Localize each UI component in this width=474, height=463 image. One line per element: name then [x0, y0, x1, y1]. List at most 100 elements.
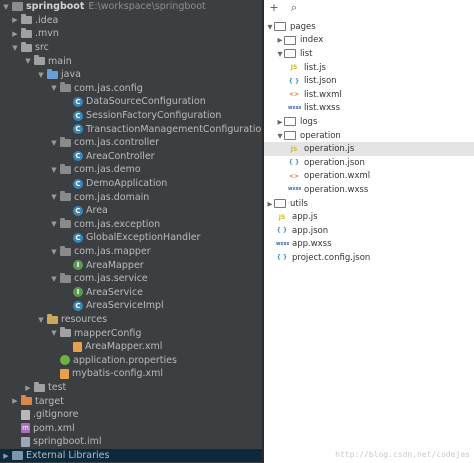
tree-row-pkg-domain[interactable]: ▼ com.jas.domain [0, 190, 262, 204]
tree-row-mvn[interactable]: ▶ .mvn [0, 27, 262, 41]
tree-row-springboot-iml[interactable]: springboot.iml [0, 435, 262, 449]
file-label: AreaMapper.xml [85, 341, 163, 353]
chevron-right-icon[interactable]: ▶ [266, 200, 274, 208]
chevron-down-icon[interactable]: ▼ [50, 139, 58, 147]
chevron-down-icon[interactable]: ▼ [50, 329, 58, 337]
tree-row-idea[interactable]: ▶ .idea [0, 14, 262, 28]
tree-row-application-properties[interactable]: application.properties [0, 354, 262, 368]
chevron-right-icon[interactable]: ▶ [11, 16, 19, 24]
wxss-file-icon: wxss [288, 187, 302, 193]
tree-row-pkg-controller[interactable]: ▼ com.jas.controller [0, 136, 262, 150]
chevron-right-icon[interactable]: ▶ [2, 452, 10, 460]
interface-icon [73, 260, 83, 271]
tree-row-transaction[interactable]: TransactionManagementConfiguration [0, 122, 262, 136]
tree-row-mybatis-config[interactable]: mybatis-config.xml [0, 367, 262, 381]
tree-row-operation-wxml[interactable]: <> operation.wxml [264, 170, 474, 184]
chevron-down-icon[interactable]: ▼ [50, 275, 58, 283]
tree-row-datasource[interactable]: DataSourceConfiguration [0, 95, 262, 109]
tree-row-demoapplication[interactable]: DemoApplication [0, 177, 262, 191]
tree-row-src[interactable]: ▼ src [0, 41, 262, 55]
tree-row-areamapper[interactable]: AreaMapper [0, 258, 262, 272]
chevron-down-icon[interactable]: ▼ [50, 193, 58, 201]
tree-row-areaserviceimpl[interactable]: AreaServiceImpl [0, 299, 262, 313]
tree-row-area[interactable]: Area [0, 204, 262, 218]
file-label: app.json [292, 225, 329, 236]
tree-row-pages[interactable]: ▼ pages [264, 20, 474, 34]
chevron-down-icon[interactable]: ▼ [50, 166, 58, 174]
tree-row-list-wxss[interactable]: wxss list.wxss [264, 102, 474, 116]
folder-label: pages [290, 21, 316, 32]
file-label: springboot.iml [33, 436, 102, 448]
tree-row-main[interactable]: ▼ main [0, 54, 262, 68]
tree-row-pomxml[interactable]: pom.xml [0, 422, 262, 436]
tree-row-pkg-exception[interactable]: ▼ com.jas.exception [0, 218, 262, 232]
tree-row-operation-js[interactable]: JS operation.js [264, 142, 474, 156]
tree-row-pkg-config[interactable]: ▼ com.jas.config [0, 82, 262, 96]
chevron-down-icon[interactable]: ▼ [276, 50, 284, 58]
tree-row-operation-json[interactable]: { } operation.json [264, 156, 474, 170]
chevron-down-icon[interactable]: ▼ [11, 44, 19, 52]
module-file-icon [21, 436, 30, 447]
folder-icon [274, 199, 286, 209]
chevron-down-icon[interactable]: ▼ [24, 57, 32, 65]
tree-row-sessionfactory[interactable]: SessionFactoryConfiguration [0, 109, 262, 123]
chevron-right-icon[interactable]: ▶ [11, 30, 19, 38]
chevron-down-icon[interactable]: ▼ [37, 71, 45, 79]
chevron-down-icon[interactable]: ▼ [50, 220, 58, 228]
tree-row-index[interactable]: ▶ index [264, 34, 474, 48]
tree-row-areamapper-xml[interactable]: AreaMapper.xml [0, 340, 262, 354]
tree-row-pkg-service[interactable]: ▼ com.jas.service [0, 272, 262, 286]
excluded-folder-icon [21, 395, 32, 406]
tree-row-logs[interactable]: ▶ logs [264, 115, 474, 129]
tree-row-list-json[interactable]: { } list.json [264, 74, 474, 88]
tree-row-springboot[interactable]: ▼ springboot E:\workspace\springboot [0, 0, 262, 14]
search-icon[interactable]: ⌕ [284, 1, 304, 15]
tree-row-list-wxml[interactable]: <> list.wxml [264, 88, 474, 102]
file-label: .gitignore [33, 409, 79, 421]
folder-label: .idea [35, 14, 59, 26]
tree-row-app-json[interactable]: { } app.json [264, 224, 474, 238]
chevron-down-icon[interactable]: ▼ [266, 23, 274, 31]
tree-row-areaservice[interactable]: AreaService [0, 286, 262, 300]
chevron-right-icon[interactable]: ▶ [276, 36, 284, 44]
tree-row-java[interactable]: ▼ java [0, 68, 262, 82]
file-label: operation.wxss [304, 184, 369, 195]
tree-row-app-js[interactable]: JS app.js [264, 210, 474, 224]
folder-label: target [35, 395, 64, 407]
file-label: app.wxss [292, 239, 332, 250]
tree-row-utils[interactable]: ▶ utils [264, 197, 474, 211]
tree-row-target[interactable]: ▶ target [0, 394, 262, 408]
project-path: E:\workspace\springboot [88, 1, 206, 13]
add-icon[interactable]: + [264, 1, 284, 14]
tree-row-operation-wxss[interactable]: wxss operation.wxss [264, 183, 474, 197]
chevron-down-icon[interactable]: ▼ [276, 132, 284, 140]
tree-row-project-config[interactable]: { } project.config.json [264, 251, 474, 265]
chevron-right-icon[interactable]: ▶ [24, 384, 32, 392]
tree-row-test[interactable]: ▶ test [0, 381, 262, 395]
tree-row-resources[interactable]: ▼ resources [0, 313, 262, 327]
chevron-right-icon[interactable]: ▶ [276, 118, 284, 126]
tree-row-mapperconfig[interactable]: ▼ mapperConfig [0, 326, 262, 340]
chevron-down-icon[interactable]: ▼ [2, 3, 10, 11]
wxss-file-icon: wxss [288, 105, 302, 111]
chevron-down-icon[interactable]: ▼ [50, 84, 58, 92]
tree-row-areacontroller[interactable]: AreaController [0, 150, 262, 164]
tree-row-pkg-mapper[interactable]: ▼ com.jas.mapper [0, 245, 262, 259]
tree-row-globalexceptionhandler[interactable]: GlobalExceptionHandler [0, 231, 262, 245]
tree-row-external-libraries[interactable]: ▶ External Libraries [0, 448, 262, 463]
tree-row-app-wxss[interactable]: wxss app.wxss [264, 238, 474, 252]
chevron-down-icon[interactable]: ▼ [37, 316, 45, 324]
class-icon [73, 300, 83, 311]
tree-row-list-js[interactable]: JS list.js [264, 61, 474, 75]
tree-row-pkg-demo[interactable]: ▼ com.jas.demo [0, 163, 262, 177]
chevron-right-icon[interactable]: ▶ [11, 397, 19, 405]
interface-icon [73, 287, 83, 298]
class-icon [73, 124, 83, 135]
json-file-icon: { } [288, 159, 300, 167]
chevron-down-icon[interactable]: ▼ [50, 248, 58, 256]
interface-label: AreaService [86, 286, 143, 298]
tree-row-list[interactable]: ▼ list [264, 47, 474, 61]
tree-row-operation[interactable]: ▼ operation [264, 129, 474, 143]
folder-label: resources [61, 314, 108, 326]
tree-row-gitignore[interactable]: .gitignore [0, 408, 262, 422]
